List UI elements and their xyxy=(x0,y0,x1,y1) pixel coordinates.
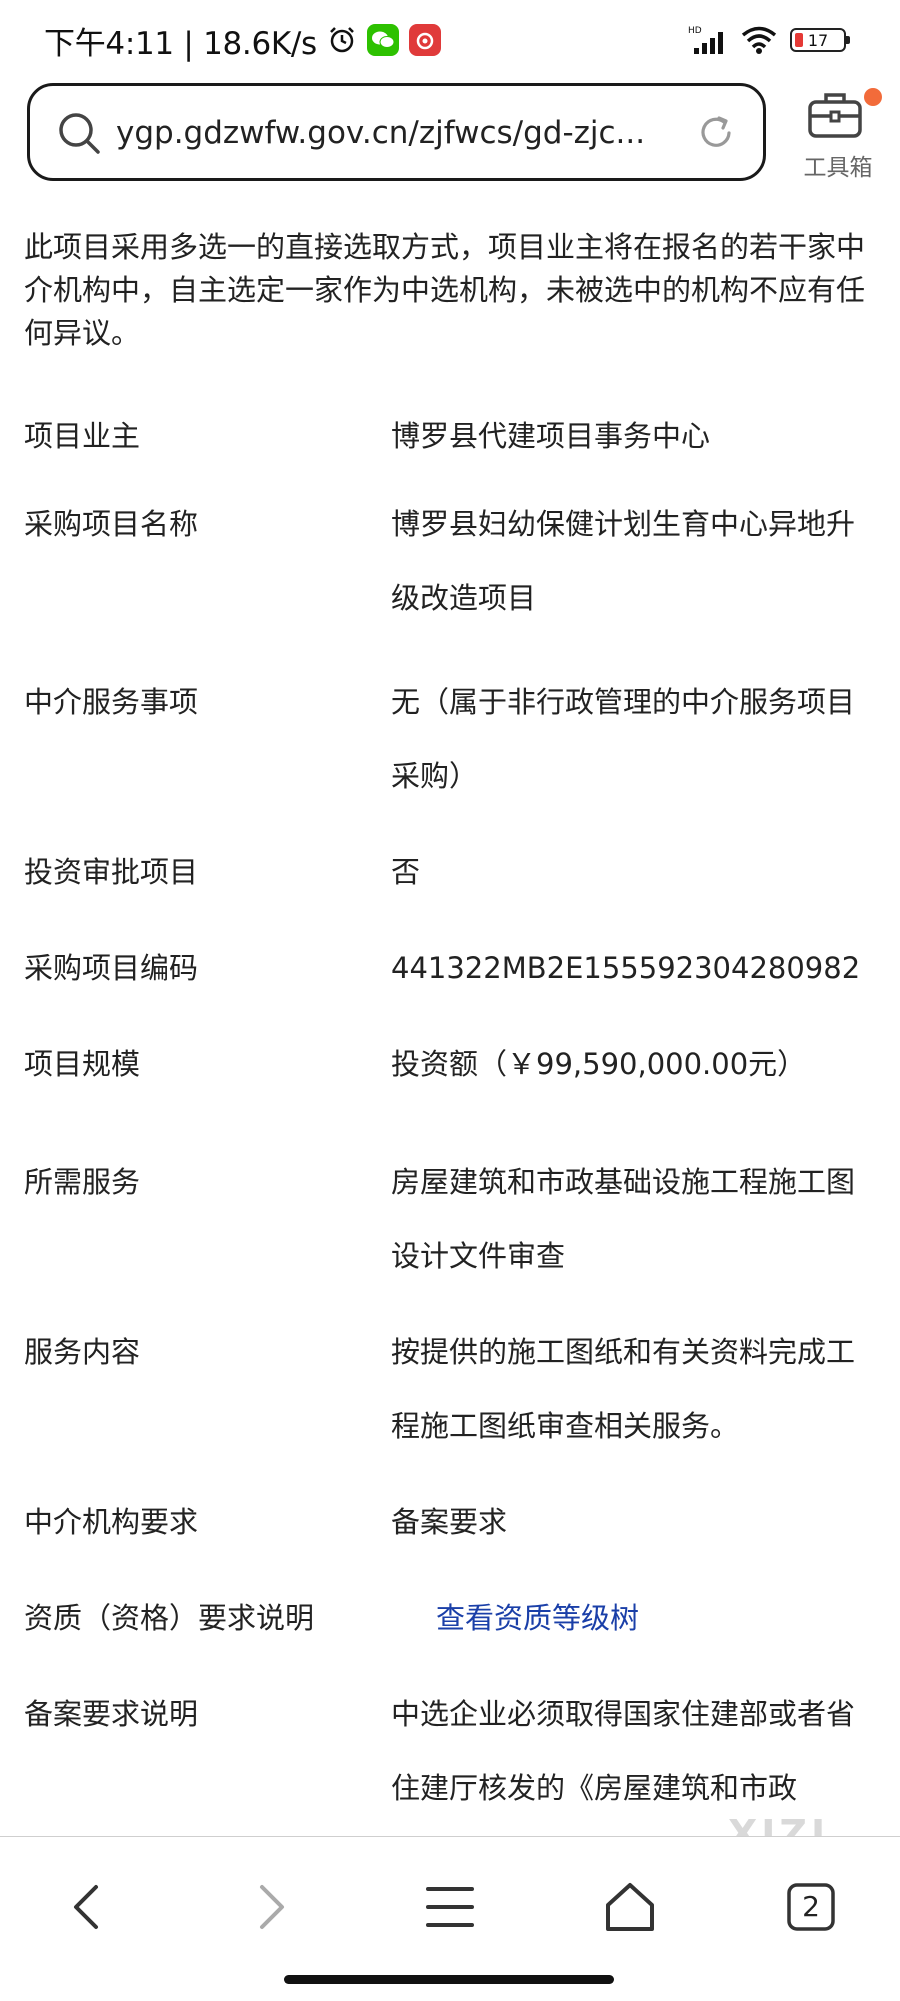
row-label: 中介机构要求 xyxy=(24,1505,199,1539)
toolbox-icon xyxy=(808,93,862,138)
alarm-icon xyxy=(330,27,354,53)
signal-icon: HD xyxy=(688,26,723,54)
status-left: 下午4:11 | 18.6K/s xyxy=(44,18,441,62)
qualification-tree-link[interactable]: 查看资质等级树 xyxy=(436,1594,900,1642)
battery-icon: 17 xyxy=(790,28,850,52)
row-label: 所需服务 xyxy=(24,1165,141,1199)
back-icon[interactable] xyxy=(58,1877,118,1937)
row-label: 资质（资格）要求说明 xyxy=(24,1601,315,1635)
status-right: HD 17 xyxy=(688,22,850,58)
wechat-icon xyxy=(366,24,399,56)
reload-icon[interactable] xyxy=(695,112,737,154)
toolbox-button[interactable]: 工具箱 xyxy=(790,86,886,182)
network-type: HD xyxy=(688,26,702,36)
menu-icon[interactable] xyxy=(420,1877,480,1937)
notification-dot xyxy=(864,88,882,106)
row-value: 否 xyxy=(391,855,421,889)
row-value: 441322MB2E155592304280982 xyxy=(391,951,861,985)
row-value: 投资额（￥99,590,000.00元） xyxy=(391,1047,807,1081)
row-label: 服务内容 xyxy=(24,1335,141,1369)
address-bar[interactable]: ygp.gdzwfw.gov.cn/zjfwcs/gd-zjc... xyxy=(27,83,766,181)
wifi-icon xyxy=(741,26,777,54)
row-value: 备案要求 xyxy=(391,1505,508,1539)
battery-level: 17 xyxy=(807,30,829,50)
row-label: 中介服务事项 xyxy=(24,685,199,719)
row-value: 博罗县代建项目事务中心 xyxy=(391,419,711,453)
row-label: 采购项目编码 xyxy=(24,951,199,985)
tabs-button[interactable]: 2 xyxy=(781,1877,841,1937)
forward-icon[interactable] xyxy=(240,1877,300,1937)
row-value: 按提供的施工图纸和有关资料完成工程施工图纸审查相关服务。 xyxy=(391,1335,856,1443)
search-icon xyxy=(59,113,100,154)
url-text[interactable]: ygp.gdzwfw.gov.cn/zjfwcs/gd-zjc... xyxy=(116,110,676,156)
home-indicator xyxy=(284,1975,614,1984)
intro-text: 此项目采用多选一的直接选取方式，项目业主将在报名的若干家中介机构中，自主选定一家… xyxy=(24,230,866,350)
row-label: 项目规模 xyxy=(24,1047,141,1081)
row-value: 无（属于非行政管理的中介服务项目采购） xyxy=(391,685,856,793)
row-label: 投资审批项目 xyxy=(24,855,199,889)
status-time-speed: 下午4:11 | 18.6K/s xyxy=(44,25,317,62)
row-value: 中选企业必须取得国家住建部或者省住建厅核发的《房屋建筑和市政 xyxy=(391,1697,856,1805)
netease-music-icon xyxy=(408,24,441,56)
row-value: 房屋建筑和市政基础设施工程施工图设计文件审查 xyxy=(391,1165,856,1273)
row-label: 采购项目名称 xyxy=(24,507,199,541)
home-icon[interactable] xyxy=(600,1877,660,1937)
status-bar: 下午4:11 | 18.6K/s HD 17 xyxy=(0,0,900,80)
tab-count: 2 xyxy=(802,1890,820,1923)
row-value: 博罗县妇幼保健计划生育中心异地升级改造项目 xyxy=(391,507,856,615)
row-label: 项目业主 xyxy=(24,419,141,453)
row-label: 备案要求说明 xyxy=(24,1697,199,1731)
toolbox-label: 工具箱 xyxy=(803,155,873,181)
